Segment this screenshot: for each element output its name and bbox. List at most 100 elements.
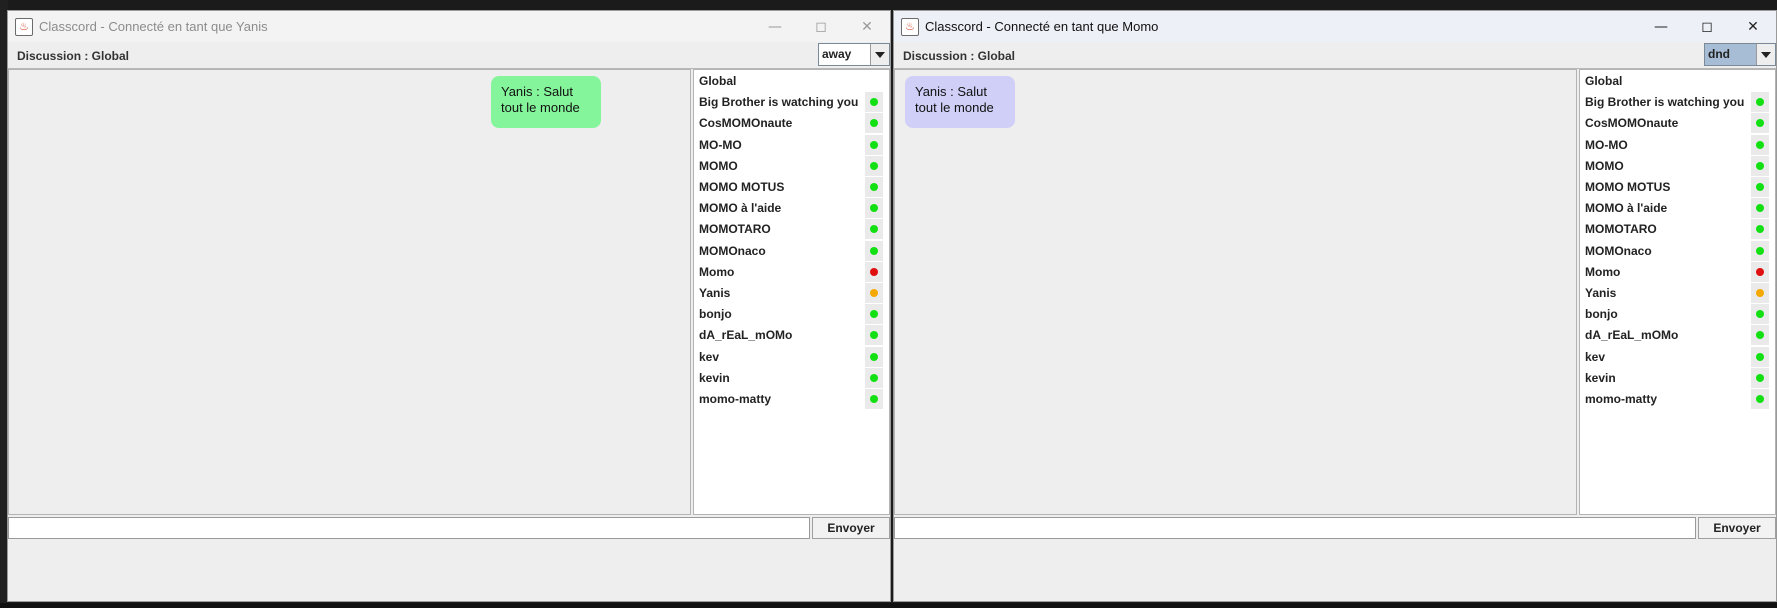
close-icon[interactable]: ✕: [844, 11, 890, 42]
status-indicator: [865, 198, 883, 219]
send-button[interactable]: Envoyer: [812, 517, 890, 539]
status-indicator: [1751, 92, 1769, 113]
user-name: kev: [699, 349, 720, 364]
user-name: kevin: [1585, 370, 1616, 385]
status-dot-icon: [1756, 331, 1764, 340]
user-list-item[interactable]: CosMOMOnaute: [1580, 113, 1775, 134]
status-dot-icon: [870, 289, 878, 297]
status-indicator: [1751, 240, 1769, 261]
status-dot-icon: [870, 267, 878, 276]
user-name: Yanis: [699, 286, 731, 300]
user-list-item[interactable]: MOMOTARO: [1580, 219, 1775, 240]
user-list-item[interactable]: CosMOMOnaute: [694, 113, 889, 134]
window-bottom-padding: [8, 541, 890, 601]
user-list-item[interactable]: MOMO: [1580, 155, 1775, 177]
user-list-item[interactable]: MOMOTARO: [694, 219, 889, 240]
status-indicator: [865, 134, 883, 155]
discussion-header: Discussion : Global dnd: [894, 42, 1776, 69]
status-indicator: [865, 304, 883, 325]
user-list-item[interactable]: Yanis: [1580, 283, 1775, 304]
user-list-item[interactable]: MO-MO: [694, 134, 889, 156]
user-list-item[interactable]: dA_rEaL_mOMo: [1580, 325, 1775, 346]
message-area: Yanis : Salut tout le monde: [894, 69, 1577, 515]
discussion-header: Discussion : Global away: [8, 42, 890, 69]
message-input[interactable]: [8, 517, 810, 539]
channel-item-global[interactable]: Global: [1580, 71, 1775, 92]
status-indicator: [1751, 219, 1769, 240]
channel-item-global[interactable]: Global: [694, 71, 889, 92]
chevron-down-icon[interactable]: [1756, 44, 1775, 65]
status-dropdown[interactable]: away: [818, 43, 890, 66]
user-list-item[interactable]: Yanis: [694, 283, 889, 304]
user-list-item[interactable]: MOMOnaco: [1580, 240, 1775, 262]
status-dot-icon: [870, 119, 878, 128]
user-list-item[interactable]: momo-matty: [694, 389, 889, 410]
status-indicator: [1751, 325, 1769, 346]
user-list-item[interactable]: Big Brother is watching you: [1580, 92, 1775, 113]
user-name: MOMO: [1585, 158, 1624, 173]
taskbar-edge: [0, 603, 1777, 608]
user-name: MO-MO: [699, 137, 742, 152]
user-list-item[interactable]: kev: [1580, 346, 1775, 368]
status-indicator: [865, 92, 883, 113]
user-list-item[interactable]: MOMOnaco: [694, 240, 889, 262]
user-list-item[interactable]: MOMO MOTUS: [694, 177, 889, 198]
user-list-item[interactable]: MOMO à l'aide: [1580, 198, 1775, 219]
user-name: MO-MO: [1585, 137, 1628, 152]
status-dot-icon: [1756, 98, 1764, 107]
user-list-item[interactable]: bonjo: [694, 304, 889, 325]
user-name: bonjo: [1585, 307, 1618, 322]
maximize-icon[interactable]: ◻: [1684, 11, 1730, 42]
message-input[interactable]: [894, 517, 1696, 539]
status-indicator: [1751, 134, 1769, 155]
status-dot-icon: [870, 204, 878, 213]
user-list-item[interactable]: kev: [694, 346, 889, 368]
user-list-item[interactable]: dA_rEaL_mOMo: [694, 325, 889, 346]
window-bottom-padding: [894, 541, 1776, 601]
user-list-item[interactable]: momo-matty: [1580, 389, 1775, 410]
status-dot-icon: [1756, 204, 1764, 213]
user-list-item[interactable]: MOMO: [694, 155, 889, 177]
user-list-item[interactable]: kevin: [1580, 367, 1775, 389]
minimize-icon[interactable]: —: [1638, 11, 1684, 42]
close-icon[interactable]: ✕: [1730, 11, 1776, 42]
user-list-item[interactable]: kevin: [694, 367, 889, 389]
user-name: dA_rEaL_mOMo: [699, 328, 793, 343]
message-bubble: Yanis : Salut tout le monde: [491, 76, 601, 128]
user-list-item[interactable]: bonjo: [1580, 304, 1775, 325]
user-list-item[interactable]: MOMO MOTUS: [1580, 177, 1775, 198]
chevron-down-icon[interactable]: [870, 44, 889, 65]
status-indicator: [865, 219, 883, 240]
status-dropdown[interactable]: dnd: [1704, 43, 1776, 66]
status-indicator: [1751, 346, 1769, 367]
java-app-icon: ♨: [901, 17, 919, 36]
title-bar[interactable]: ♨ Classcord - Connecté en tant que Yanis…: [8, 11, 890, 42]
user-list-item[interactable]: Big Brother is watching you: [694, 92, 889, 113]
status-indicator: [1751, 261, 1769, 282]
user-name: MOMOnaco: [699, 243, 766, 258]
chat-window-momo: ♨ Classcord - Connecté en tant que Momo …: [893, 10, 1777, 602]
user-list-item[interactable]: Momo: [1580, 261, 1775, 283]
status-dot-icon: [870, 140, 878, 149]
user-name: Big Brother is watching you: [699, 95, 859, 110]
status-dot-icon: [1756, 225, 1764, 234]
status-selected-value: away: [822, 47, 852, 61]
message-area: Yanis : Salut tout le monde: [8, 69, 691, 515]
status-dot-icon: [870, 161, 878, 170]
discussion-label: Discussion : Global: [903, 49, 1016, 63]
status-indicator: [1751, 198, 1769, 219]
minimize-icon[interactable]: —: [752, 11, 798, 42]
user-list-item[interactable]: Momo: [694, 261, 889, 283]
user-list-item[interactable]: MOMO à l'aide: [694, 198, 889, 219]
status-indicator: [865, 346, 883, 367]
title-bar[interactable]: ♨ Classcord - Connecté en tant que Momo …: [894, 11, 1776, 42]
maximize-icon[interactable]: ◻: [798, 11, 844, 42]
user-name: MOMOTARO: [699, 222, 771, 237]
status-indicator: [1751, 155, 1769, 176]
message-bubble: Yanis : Salut tout le monde: [905, 76, 1015, 128]
status-dot-icon: [870, 225, 878, 234]
status-dot-icon: [870, 246, 878, 255]
status-indicator: [1751, 389, 1769, 409]
user-list-item[interactable]: MO-MO: [1580, 134, 1775, 156]
send-button[interactable]: Envoyer: [1698, 517, 1776, 539]
